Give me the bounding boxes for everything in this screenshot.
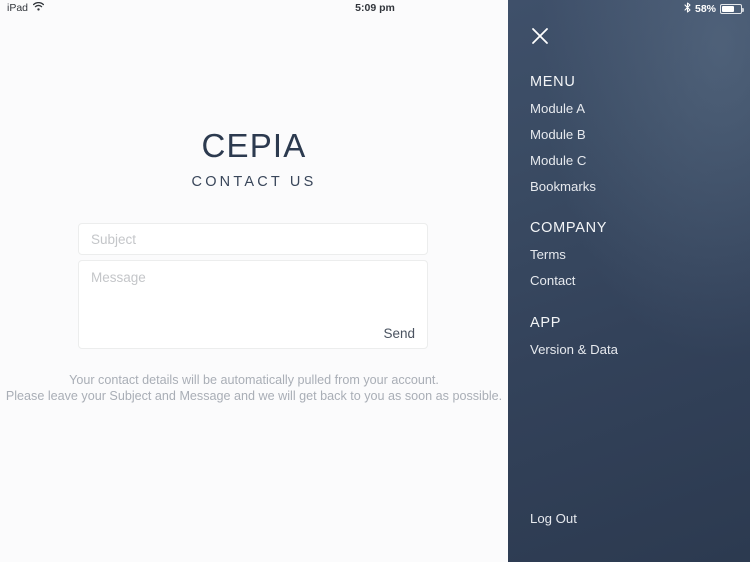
sidebar-item-log-out[interactable]: Log Out <box>530 511 577 526</box>
sidebar-menu: MENU Module A Module B Module C Bookmark… <box>508 0 750 562</box>
helper-text-line-1: Your contact details will be automatical… <box>69 373 439 387</box>
sidebar-list-app: Version & Data <box>530 339 618 361</box>
subject-input[interactable]: Subject <box>78 223 428 255</box>
section-header-app: APP <box>530 315 562 331</box>
contact-form: Subject Message Send <box>78 223 428 349</box>
sidebar-item-terms[interactable]: Terms <box>530 244 607 266</box>
send-button[interactable]: Send <box>383 326 415 341</box>
sidebar-item-module-b[interactable]: Module B <box>530 124 596 146</box>
message-input[interactable]: Message Send <box>78 260 428 349</box>
content-pane: CEPIA CONTACT US Subject Message Send Yo… <box>0 0 508 562</box>
helper-text-line-2: Please leave your Subject and Message an… <box>5 389 503 403</box>
helper-text: Your contact details will be automatical… <box>0 372 508 404</box>
sidebar-item-version-and-data[interactable]: Version & Data <box>530 339 618 361</box>
title-block: CEPIA CONTACT US <box>0 126 508 190</box>
sidebar-list-company: Terms Contact <box>530 244 607 292</box>
sidebar-section-app: APP Version & Data <box>530 315 618 361</box>
sidebar-item-bookmarks[interactable]: Bookmarks <box>530 176 596 198</box>
sidebar-item-contact[interactable]: Contact <box>530 270 607 292</box>
section-header-company: COMPANY <box>530 220 608 236</box>
page-subtitle: CONTACT US <box>191 174 317 190</box>
subject-placeholder: Subject <box>91 231 137 247</box>
app-screen: CEPIA CONTACT US Subject Message Send Yo… <box>0 0 750 562</box>
sidebar-section-menu: MENU Module A Module B Module C Bookmark… <box>530 74 596 198</box>
section-header-menu: MENU <box>530 74 576 90</box>
sidebar-item-module-a[interactable]: Module A <box>530 98 596 120</box>
sidebar-section-company: COMPANY Terms Contact <box>530 220 607 292</box>
page-title: CEPIA <box>201 127 307 164</box>
sidebar-item-module-c[interactable]: Module C <box>530 150 596 172</box>
sidebar-list-menu: Module A Module B Module C Bookmarks <box>530 98 596 198</box>
close-icon[interactable] <box>524 20 556 52</box>
message-placeholder: Message <box>91 270 146 285</box>
